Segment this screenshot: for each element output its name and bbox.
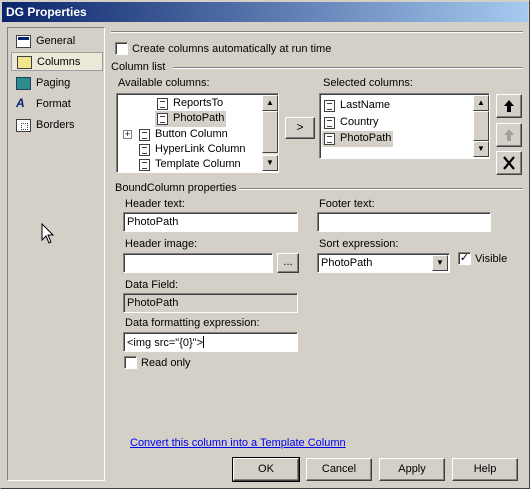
header-image-field[interactable] bbox=[123, 253, 273, 273]
move-down-button[interactable] bbox=[496, 123, 522, 147]
header-image-label: Header image: bbox=[125, 238, 198, 250]
browse-image-button[interactable]: ... bbox=[277, 253, 299, 273]
selected-list-scrollbar[interactable]: ▲ ▼ bbox=[473, 95, 489, 157]
nav-item-paging[interactable]: Paging bbox=[11, 74, 103, 93]
hyperlink-column-icon bbox=[139, 144, 150, 156]
nav-item-label: Paging bbox=[36, 77, 71, 89]
ok-button[interactable]: OK bbox=[232, 457, 300, 482]
text-caret bbox=[203, 336, 204, 348]
columns-icon bbox=[17, 56, 32, 69]
chevron-down-icon[interactable]: ▼ bbox=[432, 255, 448, 271]
available-columns-list[interactable]: ReportsTo PhotoPath + Button Column Hype… bbox=[116, 93, 279, 173]
arrow-up-icon bbox=[504, 100, 514, 112]
document-icon bbox=[157, 98, 168, 110]
bound-column-section-label: BoundColumn properties bbox=[115, 182, 237, 194]
selected-columns-label: Selected columns: bbox=[323, 77, 413, 89]
cancel-button[interactable]: Cancel bbox=[306, 458, 372, 481]
nav-item-general[interactable]: General bbox=[11, 32, 103, 51]
document-icon bbox=[324, 133, 335, 145]
document-icon bbox=[157, 113, 168, 125]
visible-label: Visible bbox=[475, 253, 508, 265]
available-column-item[interactable]: PhotoPath bbox=[155, 111, 227, 127]
convert-template-column-link[interactable]: Convert this column into a Template Colu… bbox=[130, 437, 346, 449]
header-text-field[interactable]: PhotoPath bbox=[123, 212, 298, 232]
selected-column-item[interactable]: LastName bbox=[322, 98, 392, 114]
nav-item-label: Format bbox=[36, 98, 71, 110]
scroll-down-icon[interactable]: ▼ bbox=[473, 141, 489, 157]
header-text-label: Header text: bbox=[125, 198, 185, 210]
nav-item-borders[interactable]: Borders bbox=[11, 116, 103, 135]
read-only-checkbox[interactable] bbox=[124, 356, 137, 369]
document-icon bbox=[324, 117, 335, 129]
move-up-button[interactable] bbox=[496, 94, 522, 118]
visible-checkbox[interactable]: ✓ bbox=[458, 252, 471, 265]
window-title: DG Properties bbox=[6, 5, 87, 19]
nav-item-label: Borders bbox=[36, 119, 75, 131]
help-button[interactable]: Help bbox=[452, 458, 518, 481]
sort-expression-label: Sort expression: bbox=[319, 238, 399, 250]
button-column-icon bbox=[139, 129, 150, 141]
format-expression-field[interactable]: <img src="{0}"> bbox=[123, 332, 298, 352]
nav-item-columns[interactable]: Columns bbox=[11, 52, 103, 71]
scroll-up-icon[interactable]: ▲ bbox=[473, 95, 489, 111]
available-column-item[interactable]: Template Column bbox=[137, 157, 243, 172]
format-icon: A bbox=[16, 96, 25, 110]
mouse-cursor-icon bbox=[41, 223, 55, 244]
selected-columns-list[interactable]: LastName Country PhotoPath ▲ ▼ bbox=[319, 93, 490, 159]
borders-icon bbox=[16, 119, 31, 132]
expand-plus-icon[interactable]: + bbox=[123, 130, 132, 139]
bound-column-separator bbox=[239, 188, 523, 190]
add-column-button[interactable]: > bbox=[285, 117, 315, 139]
paging-icon bbox=[16, 77, 31, 90]
read-only-label: Read only bbox=[141, 357, 191, 369]
footer-text-field[interactable] bbox=[317, 212, 491, 232]
document-icon bbox=[324, 100, 335, 112]
available-column-item[interactable]: + Button Column bbox=[123, 127, 230, 143]
title-bar[interactable]: DG Properties bbox=[2, 2, 528, 22]
available-list-scrollbar[interactable]: ▲ ▼ bbox=[262, 95, 278, 171]
nav-panel: General Columns Paging A Format Borders bbox=[7, 27, 105, 481]
column-list-separator bbox=[173, 67, 523, 69]
footer-text-label: Footer text: bbox=[319, 198, 375, 210]
sort-expression-select[interactable]: PhotoPath ▼ bbox=[317, 253, 450, 273]
format-expression-label: Data formatting expression: bbox=[125, 317, 260, 329]
format-expression-value: <img src="{0}"> bbox=[127, 337, 203, 349]
scroll-thumb[interactable] bbox=[262, 111, 278, 153]
nav-item-format[interactable]: A Format bbox=[11, 95, 103, 114]
available-column-item[interactable]: HyperLink Column bbox=[137, 142, 247, 158]
auto-generate-checkbox[interactable] bbox=[115, 42, 128, 55]
scroll-thumb[interactable] bbox=[473, 111, 489, 141]
sort-expression-value: PhotoPath bbox=[321, 257, 373, 269]
delete-column-button[interactable] bbox=[496, 151, 522, 175]
column-list-label: Column list bbox=[111, 61, 166, 73]
nav-item-label: Columns bbox=[37, 56, 81, 68]
template-column-icon bbox=[139, 159, 150, 171]
arrow-down-icon bbox=[504, 129, 514, 141]
delete-x-icon bbox=[503, 156, 515, 170]
scroll-up-icon[interactable]: ▲ bbox=[262, 95, 278, 111]
available-column-item[interactable]: ReportsTo bbox=[155, 96, 225, 112]
general-icon bbox=[16, 35, 31, 48]
dg-properties-dialog: DG Properties General Columns Paging A F… bbox=[0, 0, 530, 489]
scroll-down-icon[interactable]: ▼ bbox=[262, 155, 278, 171]
auto-generate-label: Create columns automatically at run time bbox=[132, 43, 332, 55]
selected-column-item[interactable]: Country bbox=[322, 115, 381, 131]
data-field-label: Data Field: bbox=[125, 279, 179, 291]
top-separator bbox=[111, 31, 523, 33]
nav-item-label: General bbox=[36, 35, 76, 47]
selected-column-item[interactable]: PhotoPath bbox=[322, 131, 394, 147]
data-field-value: PhotoPath bbox=[123, 293, 298, 313]
apply-button[interactable]: Apply bbox=[379, 458, 445, 481]
available-columns-label: Available columns: bbox=[118, 77, 210, 89]
